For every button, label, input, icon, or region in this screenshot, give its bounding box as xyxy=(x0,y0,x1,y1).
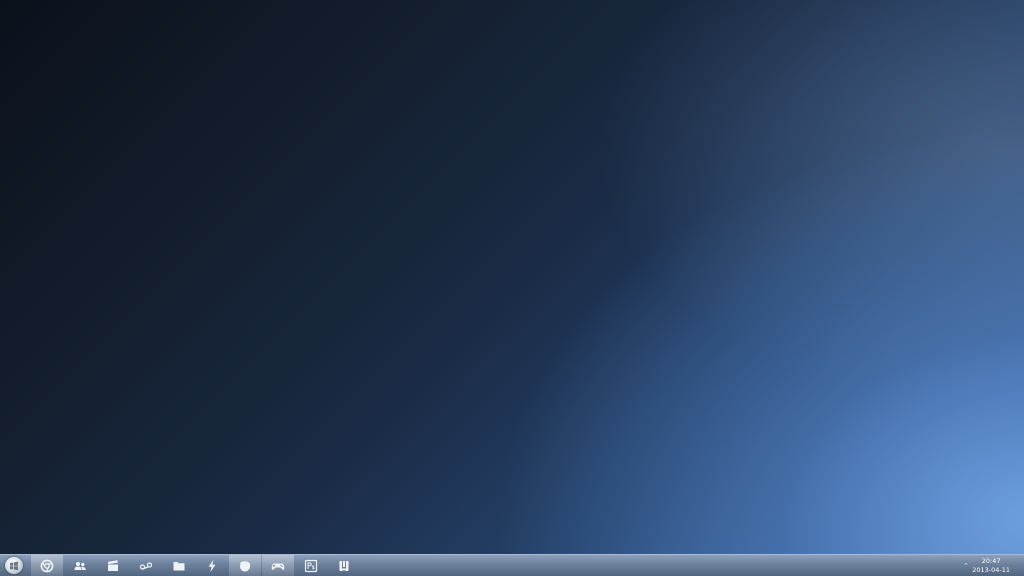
system-clock[interactable]: 20:47 2013-04-11 xyxy=(972,557,1010,575)
taskbar-item-voicemail[interactable] xyxy=(130,555,162,576)
lightning-icon xyxy=(208,559,216,572)
torrent-icon xyxy=(339,560,349,571)
clock-time: 20:47 xyxy=(981,557,1001,565)
taskbar-item-utorrent[interactable] xyxy=(328,555,360,576)
taskbar-item-chrome[interactable] xyxy=(31,555,63,576)
leaf-icon xyxy=(240,560,251,572)
users-icon xyxy=(74,561,86,570)
clapperboard-icon xyxy=(108,559,118,571)
voicemail-icon xyxy=(139,561,153,570)
taskbar-item-notes[interactable] xyxy=(229,555,261,576)
gamepad-icon xyxy=(271,563,285,570)
taskbar: ⌃ 20:47 2013-04-11 xyxy=(0,554,1024,576)
taskbar-item-winamp[interactable] xyxy=(196,555,228,576)
windows-logo-icon xyxy=(10,561,18,570)
photoshop-icon xyxy=(304,559,318,572)
taskbar-item-media[interactable] xyxy=(97,555,129,576)
clock-date: 2013-04-11 xyxy=(972,566,1010,574)
taskbar-item-explorer[interactable] xyxy=(163,555,195,576)
taskbar-item-photoshop[interactable] xyxy=(295,555,327,576)
folder-icon xyxy=(173,561,185,570)
desktop[interactable]: ⌃ 20:47 2013-04-11 xyxy=(0,0,1024,576)
tray-expand-icon[interactable]: ⌃ xyxy=(963,562,971,570)
taskbar-item-contacts[interactable] xyxy=(64,555,96,576)
taskbar-item-games[interactable] xyxy=(262,555,294,576)
start-button[interactable] xyxy=(5,557,23,574)
chrome-icon xyxy=(40,559,54,572)
